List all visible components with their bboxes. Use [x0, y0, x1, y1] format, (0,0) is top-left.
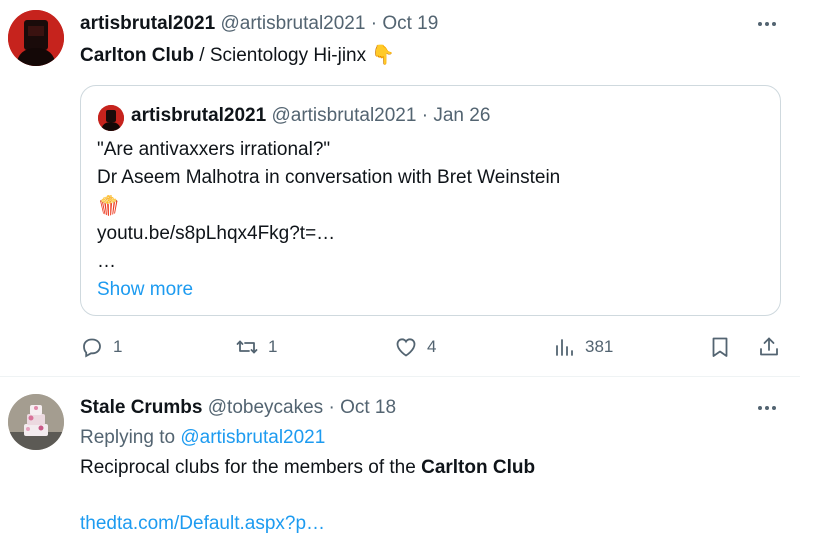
avatar[interactable] [8, 10, 64, 66]
bar-chart-icon [556, 339, 573, 356]
tweet-text-bold: Carlton Club [421, 457, 536, 478]
like-button[interactable]: 4 [394, 333, 436, 361]
more-icon[interactable] [754, 11, 780, 37]
author-name[interactable]: artisbrutal2021 [80, 13, 215, 34]
author-handle[interactable]: @tobeycakes [208, 397, 323, 418]
share-icon [760, 337, 778, 356]
reply-count: 1 [113, 337, 123, 356]
replying-prefix: Replying to [80, 427, 181, 448]
popcorn-emoji: 🍿 [97, 195, 121, 217]
quote-line: "Are antivaxxers irrational?" [97, 139, 331, 160]
tweet-date[interactable]: Oct 19 [382, 13, 438, 34]
tweet-header: Stale Crumbs @tobeycakes · Oct 18 [80, 397, 396, 419]
quote-date: Jan 26 [433, 105, 491, 126]
tweet-link-line: thedta.com/Default.aspx?p… [80, 511, 325, 537]
views-count: 381 [585, 337, 614, 356]
quote-body: "Are antivaxxers irrational?" Dr Aseem M… [97, 136, 560, 304]
quote-author-handle: @artisbrutal2021 [271, 105, 417, 126]
reply-button[interactable]: 1 [80, 333, 122, 361]
retweet-count: 1 [268, 337, 278, 356]
replying-to-handle[interactable]: @artisbrutal2021 [180, 427, 325, 448]
quote-avatar [98, 105, 124, 131]
tweet[interactable]: Stale Crumbs @tobeycakes · Oct 18 Replyi… [0, 377, 800, 558]
quote-line: Dr Aseem Malhotra in conversation with B… [97, 167, 561, 188]
avatar[interactable] [8, 394, 64, 450]
retweet-icon [236, 340, 258, 354]
tweet-text-rest: / Scientology Hi-jinx [194, 45, 372, 66]
quote-link: youtu.be/s8pLhqx4Fkg?t=… [97, 223, 336, 244]
bookmark-icon [712, 337, 728, 357]
author-name[interactable]: Stale Crumbs [80, 397, 202, 418]
quote-ellipsis: … [97, 251, 116, 272]
show-more-link[interactable]: Show more [97, 276, 560, 304]
quote-author-name: artisbrutal2021 [131, 105, 267, 126]
tweet-actions: 1 1 4 381 [80, 333, 785, 361]
reply-icon [83, 338, 101, 358]
tweet-text-bold: Carlton Club [80, 45, 194, 66]
tweet-date[interactable]: Oct 18 [340, 397, 396, 418]
tweet-link[interactable]: thedta.com/Default.aspx?p… [80, 513, 325, 534]
separator-dot: · [323, 397, 341, 418]
quoted-tweet[interactable]: artisbrutal2021 @artisbrutal2021 · Jan 2… [80, 85, 781, 316]
views-button[interactable]: 381 [552, 333, 613, 361]
replying-to: Replying to @artisbrutal2021 [80, 427, 325, 449]
author-handle[interactable]: @artisbrutal2021 [220, 13, 365, 34]
more-icon[interactable] [754, 395, 780, 421]
separator-dot: · [416, 105, 434, 126]
tweet-header: artisbrutal2021 @artisbrutal2021 · Oct 1… [80, 13, 438, 35]
separator-dot: · [365, 13, 383, 34]
tweet-text: Reciprocal clubs for the members of the … [80, 455, 535, 481]
bookmark-button[interactable] [708, 333, 732, 361]
quote-header: artisbrutal2021 @artisbrutal2021 · Jan 2… [131, 105, 490, 127]
like-count: 4 [427, 337, 437, 356]
tweet-text-pre: Reciprocal clubs for the members of the [80, 457, 422, 478]
tweet-text: Carlton Club / Scientology Hi-jinx 👇 [80, 42, 395, 69]
tweet[interactable]: artisbrutal2021 @artisbrutal2021 · Oct 1… [0, 0, 800, 376]
share-button[interactable] [757, 333, 781, 361]
pointing-down-emoji: 👇 [371, 44, 396, 66]
heart-icon [396, 338, 416, 357]
retweet-button[interactable]: 1 [235, 333, 277, 361]
